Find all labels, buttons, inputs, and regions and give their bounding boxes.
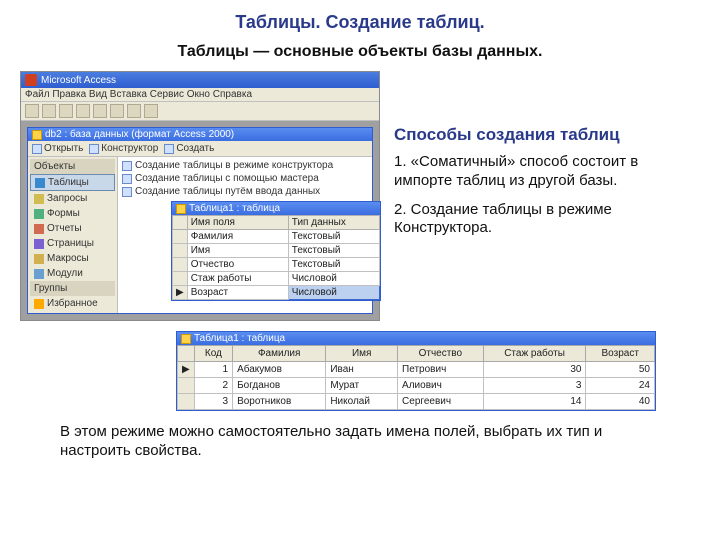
- ds-col[interactable]: Фамилия: [233, 346, 326, 362]
- tables-icon: [35, 178, 45, 188]
- nav-item-reports[interactable]: Отчеты: [30, 221, 115, 236]
- reports-icon: [34, 224, 44, 234]
- open-button[interactable]: Открыть: [32, 143, 83, 154]
- menubar[interactable]: Файл Правка Вид Вставка Сервис Окно Спра…: [21, 88, 379, 102]
- tb-open-icon[interactable]: [42, 104, 56, 118]
- open-icon: [32, 144, 42, 154]
- list-item[interactable]: Создание таблицы путём ввода данных: [120, 185, 370, 198]
- pages-icon: [34, 239, 44, 249]
- design-button[interactable]: Конструктор: [89, 143, 158, 154]
- new-icon: [164, 144, 174, 154]
- type-cell-active[interactable]: Числовой: [288, 286, 379, 300]
- datasheet-titlebar: Таблица1 : таблица: [177, 332, 655, 345]
- favorites-icon: [34, 299, 44, 309]
- db-window-title: db2 : база данных (формат Access 2000): [45, 129, 234, 140]
- list-item[interactable]: Создание таблицы в режиме конструктора: [120, 159, 370, 172]
- queries-icon: [34, 194, 44, 204]
- nav-pane: Объекты Таблицы Запросы Формы Отчеты Стр…: [28, 157, 118, 313]
- datasheet-title: Таблица1 : таблица: [194, 333, 285, 344]
- wizard-icon: [122, 187, 132, 197]
- table-row[interactable]: ▶1АбакумовИванПетрович3050: [178, 362, 655, 378]
- db-window-titlebar: db2 : база данных (формат Access 2000): [28, 128, 372, 141]
- app-name: Microsoft Access: [41, 75, 116, 86]
- page-subtitle: Таблицы — основные объекты базы данных.: [20, 43, 700, 61]
- method-1: 1. «Соматичный» способ состоит в импорте…: [394, 153, 700, 191]
- macros-icon: [34, 254, 44, 264]
- nav-header-groups: Группы: [30, 281, 115, 296]
- modules-icon: [34, 269, 44, 279]
- tb-save-icon[interactable]: [59, 104, 73, 118]
- nav-item-tables[interactable]: Таблицы: [30, 174, 115, 191]
- type-cell[interactable]: Текстовый: [288, 258, 379, 272]
- design-view-window: Таблица1 : таблица Имя поляТип данных Фа…: [171, 201, 381, 301]
- field-cell[interactable]: Возраст: [187, 286, 288, 300]
- table-row[interactable]: 2БогдановМуратАлиович324: [178, 378, 655, 394]
- list-item[interactable]: Создание таблицы с помощью мастера: [120, 172, 370, 185]
- wizard-icon: [122, 161, 132, 171]
- tb-cut-icon[interactable]: [93, 104, 107, 118]
- nav-item-macros[interactable]: Макросы: [30, 251, 115, 266]
- forms-icon: [34, 209, 44, 219]
- ds-col[interactable]: Отчество: [398, 346, 484, 362]
- nav-item-pages[interactable]: Страницы: [30, 236, 115, 251]
- type-cell[interactable]: Текстовый: [288, 244, 379, 258]
- access-screenshot: Microsoft Access Файл Правка Вид Вставка…: [20, 71, 380, 321]
- table-icon: [181, 334, 191, 344]
- tb-undo-icon[interactable]: [144, 104, 158, 118]
- tb-paste-icon[interactable]: [127, 104, 141, 118]
- col-datatype[interactable]: Тип данных: [288, 216, 379, 230]
- ds-col[interactable]: Код: [194, 346, 232, 362]
- nav-item-favorites[interactable]: Избранное: [30, 296, 115, 311]
- database-icon: [32, 130, 42, 140]
- ds-col[interactable]: Стаж работы: [483, 346, 586, 362]
- nav-item-modules[interactable]: Модули: [30, 266, 115, 281]
- design-title: Таблица1 : таблица: [189, 203, 280, 214]
- design-icon: [89, 144, 99, 154]
- field-cell[interactable]: Стаж работы: [187, 272, 288, 286]
- tb-copy-icon[interactable]: [110, 104, 124, 118]
- tb-new-icon[interactable]: [25, 104, 39, 118]
- table-icon: [176, 204, 186, 214]
- new-button[interactable]: Создать: [164, 143, 214, 154]
- wizard-icon: [122, 174, 132, 184]
- type-cell[interactable]: Текстовый: [288, 230, 379, 244]
- nav-item-forms[interactable]: Формы: [30, 206, 115, 221]
- access-key-icon: [25, 74, 37, 86]
- col-fieldname[interactable]: Имя поля: [187, 216, 288, 230]
- app-titlebar: Microsoft Access: [21, 72, 379, 88]
- ds-col[interactable]: Возраст: [586, 346, 655, 362]
- type-cell[interactable]: Числовой: [288, 272, 379, 286]
- method-2: 2. Создание таблицы в режиме Конструктор…: [394, 201, 700, 239]
- datasheet-window: Таблица1 : таблица Код Фамилия Имя Отчес…: [176, 331, 656, 411]
- nav-header-objects: Объекты: [30, 159, 115, 174]
- field-cell[interactable]: Отчество: [187, 258, 288, 272]
- page-title: Таблицы. Создание таблиц.: [20, 12, 700, 33]
- field-cell[interactable]: Фамилия: [187, 230, 288, 244]
- toolbar[interactable]: [21, 102, 379, 121]
- design-titlebar: Таблица1 : таблица: [172, 202, 380, 215]
- nav-item-queries[interactable]: Запросы: [30, 191, 115, 206]
- tb-print-icon[interactable]: [76, 104, 90, 118]
- footer-paragraph: В этом режиме можно самостоятельно задат…: [60, 423, 660, 461]
- section-heading: Способы создания таблиц: [394, 125, 700, 145]
- field-cell[interactable]: Имя: [187, 244, 288, 258]
- ds-col[interactable]: Имя: [326, 346, 398, 362]
- table-row[interactable]: 3ВоротниковНиколайСергеевич1440: [178, 394, 655, 410]
